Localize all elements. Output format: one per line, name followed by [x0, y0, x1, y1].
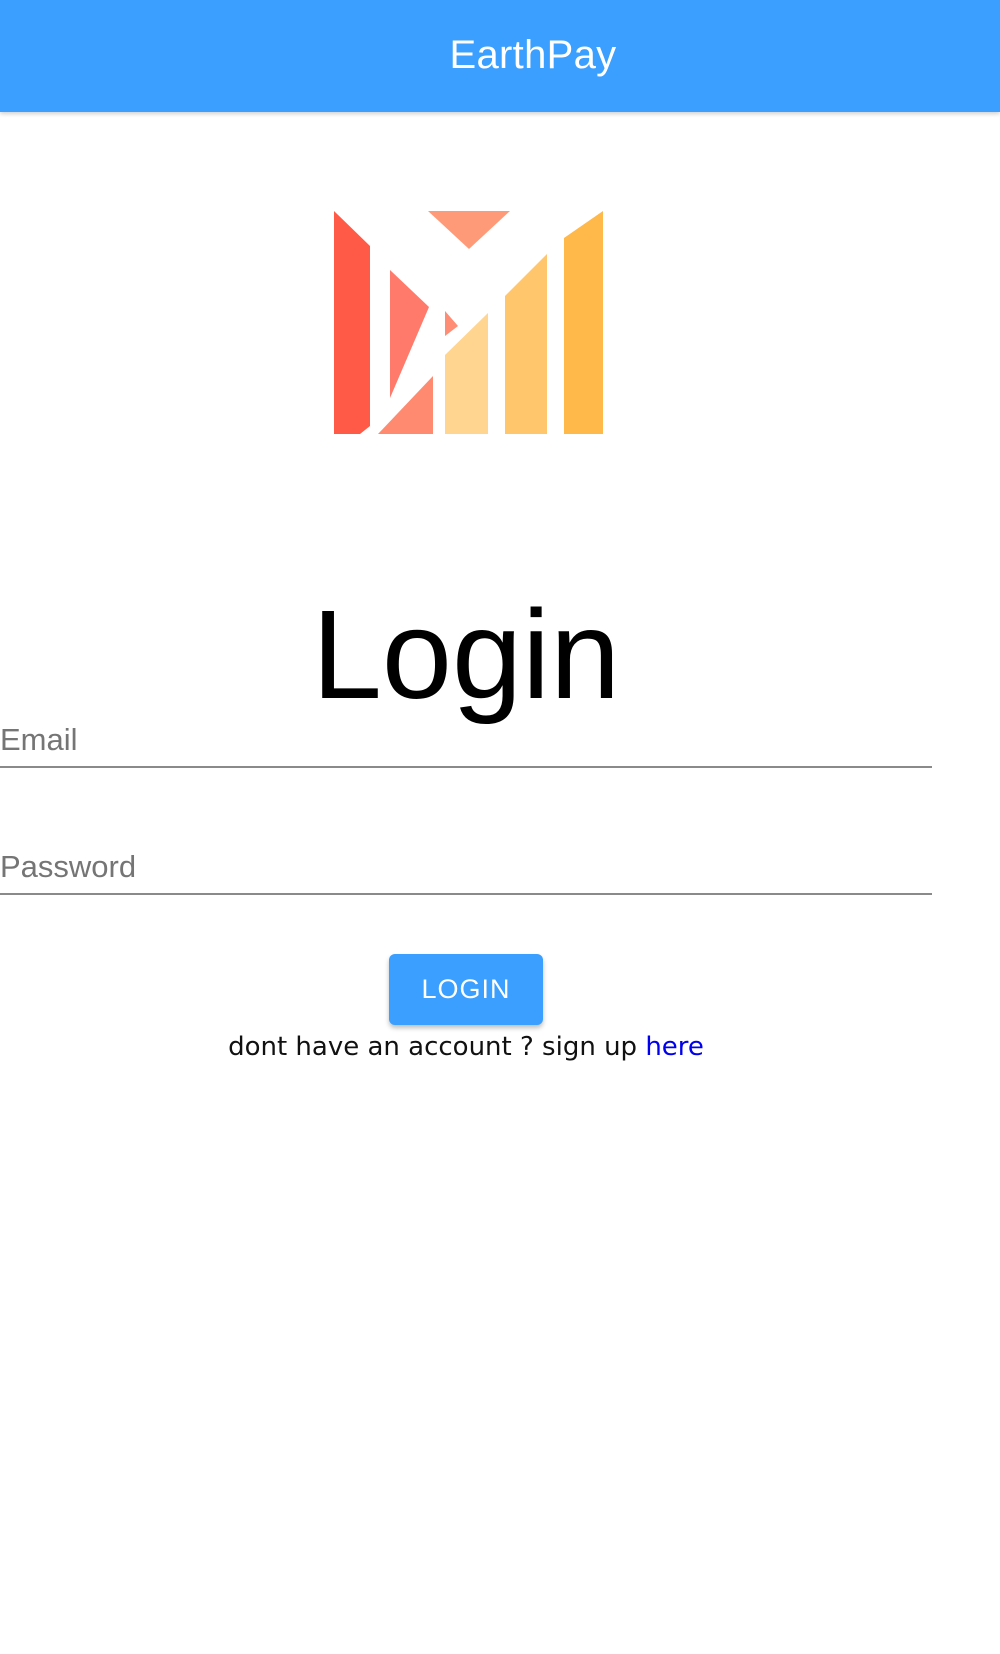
app-bar: EarthPay: [0, 0, 1000, 112]
login-button[interactable]: LOGIN: [389, 954, 543, 1025]
signup-prompt-text: dont have an account ? sign up: [228, 1032, 646, 1062]
earthpay-logo-icon: [334, 211, 603, 434]
email-field[interactable]: [0, 722, 932, 758]
password-field-container: [0, 823, 932, 895]
signup-link[interactable]: here: [645, 1032, 704, 1062]
password-field[interactable]: [0, 849, 932, 885]
signup-prompt: dont have an account ? sign up here: [0, 1032, 932, 1062]
email-field-container: [0, 696, 932, 768]
app-title: EarthPay: [449, 33, 617, 77]
